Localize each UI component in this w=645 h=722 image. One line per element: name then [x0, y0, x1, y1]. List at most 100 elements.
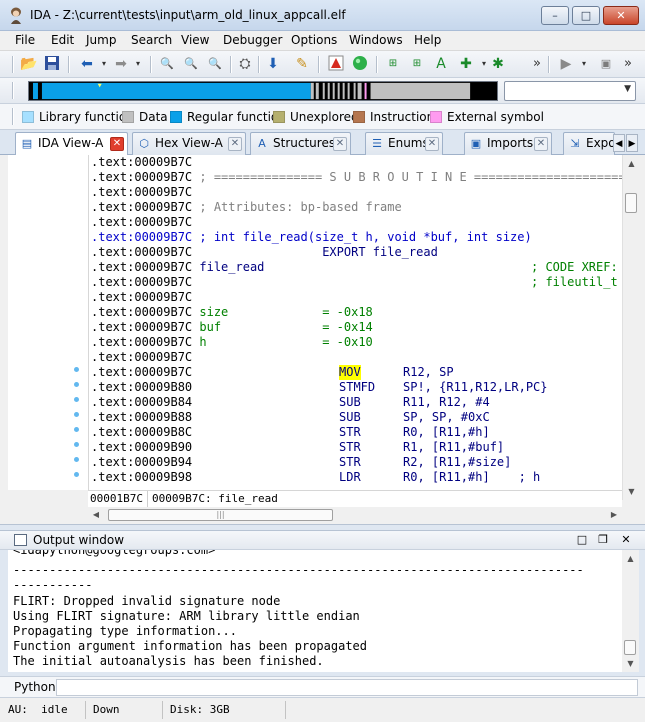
listing-line[interactable]: .text:00009B7C size = -0x18 — [91, 305, 373, 320]
segment-dropdown[interactable]: ▼ — [504, 81, 636, 101]
menu-options[interactable]: Options — [291, 33, 337, 47]
tab-ida-view-a[interactable]: ▤ IDA View-A ✕ — [15, 132, 128, 156]
maximize-button[interactable]: □ — [572, 6, 600, 25]
output-float-icon[interactable]: ❐ — [595, 532, 611, 548]
mnemonic[interactable]: MOV — [339, 365, 361, 380]
close-icon[interactable]: ✕ — [333, 137, 347, 151]
scroll-left-icon[interactable]: ◀ — [88, 507, 104, 523]
tab-imports[interactable]: ▣ Imports ✕ — [464, 132, 552, 155]
text-search-icon[interactable]: 🔍 — [182, 55, 200, 73]
tab-structures[interactable]: A Structures ✕ — [250, 132, 351, 155]
scroll-up-icon[interactable]: ▲ — [622, 550, 639, 567]
green-dot-icon[interactable] — [351, 55, 369, 73]
listing-line[interactable]: .text:00009B7C — [91, 290, 192, 305]
scroll-thumb[interactable]: ||| — [108, 509, 333, 521]
python-input[interactable] — [56, 679, 638, 696]
menu-view[interactable]: View — [181, 33, 209, 47]
listing-line[interactable]: .text:00009B7C ; Attributes: bp-based fr… — [91, 200, 402, 215]
tab-scroll-right-icon[interactable]: ▶ — [626, 134, 638, 152]
xref-comment[interactable]: ; fileutil_t — [531, 275, 618, 290]
listing-line[interactable]: .text:00009B7C — [91, 185, 192, 200]
listing-line[interactable]: .text:00009B7C EXPORT file_read — [91, 245, 438, 260]
scroll-right-icon[interactable]: ▶ — [606, 507, 622, 523]
listing-line[interactable]: .text:00009B8C STR R0, [R11,#h] — [91, 425, 490, 440]
listing-line[interactable]: .text:00009B88 SUB SP, SP, #0xC — [91, 410, 490, 425]
listing-line[interactable]: .text:00009B7C MOV R12, SP — [91, 365, 454, 380]
scroll-thumb[interactable] — [625, 193, 637, 213]
python-label[interactable]: Python — [14, 680, 56, 694]
close-button[interactable]: ✕ — [603, 6, 639, 25]
forward-dropdown-icon[interactable]: ▾ — [129, 55, 147, 73]
listing-line[interactable]: .text:00009B80 STMFD SP!, {R11,R12,LR,PC} — [91, 380, 548, 395]
menu-help[interactable]: Help — [414, 33, 441, 47]
start-debug-icon[interactable]: ▶ — [557, 55, 575, 73]
debug-dropdown-icon[interactable]: ▾ — [575, 55, 593, 73]
listing-line[interactable]: .text:00009B7C — [91, 155, 192, 170]
menu-search[interactable]: Search — [131, 33, 172, 47]
navigation-band[interactable] — [28, 81, 498, 101]
listing-line[interactable]: .text:00009B98 LDR R0, [R11,#h] ; h — [91, 470, 540, 485]
array-icon[interactable]: ✚ — [457, 55, 475, 73]
scroll-down-icon[interactable]: ▼ — [623, 483, 640, 500]
search-next-icon[interactable]: ⛭ — [236, 55, 254, 73]
warning-triangle-icon[interactable] — [327, 55, 345, 73]
disassembly-listing[interactable]: .text:00009B7C .text:00009B7C ; ========… — [88, 155, 622, 490]
menu-file[interactable]: File — [15, 33, 35, 47]
menu-jump[interactable]: Jump — [86, 33, 116, 47]
hex-view-icon: ⬡ — [139, 137, 149, 150]
minimize-button[interactable]: – — [541, 6, 569, 25]
scroll-up-icon[interactable]: ▲ — [623, 155, 640, 172]
output-line: The initial autoanalysis has been finish… — [13, 654, 324, 668]
scroll-thumb[interactable] — [624, 640, 636, 655]
toolbar-overflow-icon-2[interactable]: » — [619, 55, 637, 73]
code-icon[interactable]: ⊞ — [384, 55, 402, 73]
chevron-down-icon: ▼ — [624, 84, 631, 94]
tab-exports[interactable]: ⇲ Expo — [563, 132, 615, 155]
back-arrow-icon[interactable]: ⬅ — [78, 55, 96, 73]
binary-search-icon[interactable]: 🔍 — [158, 55, 176, 73]
open-file-icon[interactable]: 📂 — [20, 55, 38, 73]
listing-line[interactable]: .text:00009B7C ; =============== S U B R… — [91, 170, 622, 185]
tab-label: IDA View-A — [38, 136, 104, 150]
back-dropdown-icon[interactable]: ▾ — [95, 55, 113, 73]
tab-hex-view-a[interactable]: ⬡ Hex View-A ✕ — [132, 132, 246, 155]
ascii-icon[interactable]: A — [432, 55, 450, 73]
listing-line[interactable]: .text:00009B7C; fileutil_t — [91, 275, 618, 290]
close-icon[interactable]: ✕ — [228, 137, 242, 151]
listing-line[interactable]: .text:00009B7C — [91, 350, 192, 365]
menu-windows[interactable]: Windows — [349, 33, 403, 47]
listing-line[interactable]: .text:00009B94 STR R2, [R11,#size] — [91, 455, 511, 470]
listing-line[interactable]: .text:00009B7C buf = -0x14 — [91, 320, 373, 335]
forward-arrow-icon[interactable]: ➡ — [112, 55, 130, 73]
jump-down-icon[interactable]: ⬇ — [264, 55, 282, 73]
xref-comment[interactable]: ; CODE XREF: — [531, 260, 618, 275]
listing-horizontal-scrollbar[interactable]: ◀ ||| ▶ — [88, 507, 622, 523]
listing-line[interactable]: .text:00009B84 SUB R11, R12, #4 — [91, 395, 490, 410]
listing-line-current[interactable]: .text:00009B7C ; int file_read(size_t h,… — [91, 230, 532, 245]
tab-scroll-left-icon[interactable]: ◀ — [613, 134, 625, 152]
toolbar-overflow-icon[interactable]: » — [528, 55, 546, 73]
output-close-icon[interactable]: ✕ — [618, 532, 634, 548]
output-restore-icon[interactable]: □ — [574, 532, 590, 548]
scroll-down-icon[interactable]: ▼ — [622, 655, 639, 672]
debugger-select-icon[interactable]: ▣ — [597, 55, 615, 73]
listing-vertical-scrollbar[interactable]: ▲ ▼ — [622, 155, 639, 500]
output-log[interactable]: <idapython@googlegroups.com> -----------… — [8, 550, 622, 672]
struct-var-icon[interactable]: ✱ — [489, 55, 507, 73]
save-icon[interactable] — [43, 55, 61, 73]
close-icon[interactable]: ✕ — [110, 137, 124, 151]
listing-line[interactable]: .text:00009B90 STR R1, [R11,#buf] — [91, 440, 504, 455]
close-icon[interactable]: ✕ — [534, 137, 548, 151]
menu-debugger[interactable]: Debugger — [223, 33, 282, 47]
tab-enums[interactable]: ☰ Enums ✕ — [365, 132, 443, 155]
menu-edit[interactable]: Edit — [51, 33, 74, 47]
close-icon[interactable]: ✕ — [425, 137, 439, 151]
listing-line[interactable]: .text:00009B7C file_read; CODE XREF: — [91, 260, 618, 275]
output-vertical-scrollbar[interactable]: ▲ ▼ — [622, 550, 639, 672]
mark-position-icon[interactable]: ✎ — [293, 55, 311, 73]
toolbar-separator — [376, 56, 378, 73]
listing-line[interactable]: .text:00009B7C h = -0x10 — [91, 335, 373, 350]
immediate-search-icon[interactable]: 🔍 — [206, 55, 224, 73]
listing-line[interactable]: .text:00009B7C — [91, 215, 192, 230]
data-icon[interactable]: ⊞ — [408, 55, 426, 73]
